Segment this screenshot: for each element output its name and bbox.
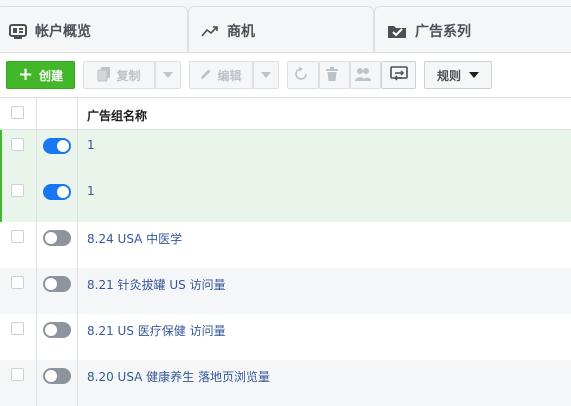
tab-opportunities[interactable]: 商机 bbox=[188, 6, 374, 52]
ad-set-name-link[interactable]: 8.21 针灸拔罐 US 访问量 bbox=[87, 276, 226, 293]
ad-set-table: 广告组名称 1 1 8.24 USA 中医学 8.21 针灸拔罐 US 访问量 8.21… bbox=[0, 98, 571, 406]
tab-label: 帐户概览 bbox=[35, 23, 91, 40]
ad-set-name-link[interactable]: 1 bbox=[87, 184, 95, 198]
column-divider bbox=[77, 98, 78, 406]
table-row[interactable]: 8.24 USA 中医学 bbox=[0, 222, 571, 268]
tab-campaigns[interactable]: 广告系列 bbox=[374, 6, 571, 52]
chevron-down-icon bbox=[261, 72, 271, 78]
selection-indicator bbox=[0, 130, 2, 222]
copy-icon bbox=[97, 66, 116, 85]
trash-icon bbox=[326, 66, 343, 84]
row-checkbox[interactable] bbox=[11, 184, 24, 197]
audience-button[interactable] bbox=[350, 61, 381, 89]
edit-dropdown-button[interactable] bbox=[253, 61, 279, 89]
table-row[interactable]: 1 bbox=[0, 130, 571, 176]
tab-label: 商机 bbox=[227, 23, 255, 40]
toggle-knob bbox=[57, 186, 69, 198]
trend-line-icon bbox=[201, 24, 219, 38]
edit-label: 编辑 bbox=[217, 68, 242, 83]
toggle-knob bbox=[45, 324, 57, 336]
account-overview-icon bbox=[9, 23, 27, 39]
duplicate-dropdown-button[interactable] bbox=[155, 61, 181, 89]
row-checkbox[interactable] bbox=[11, 322, 24, 335]
pencil-icon bbox=[200, 68, 217, 83]
column-header-ad-set-name[interactable]: 广告组名称 bbox=[87, 107, 147, 124]
table-row[interactable]: 1 bbox=[0, 176, 571, 222]
select-all-checkbox[interactable] bbox=[11, 106, 24, 119]
table-row[interactable]: 8.20 USA 健康养生 落地页浏览量 bbox=[0, 360, 571, 406]
rules-dropdown-button[interactable]: 规则 bbox=[424, 61, 492, 89]
toggle-knob bbox=[45, 370, 57, 382]
status-toggle[interactable] bbox=[43, 368, 71, 384]
status-toggle[interactable] bbox=[43, 184, 71, 200]
refresh-icon bbox=[294, 66, 313, 84]
refresh-button[interactable] bbox=[287, 61, 319, 89]
toggle-knob bbox=[45, 278, 57, 290]
folder-check-icon bbox=[387, 23, 407, 39]
create-label: 创建 bbox=[39, 68, 64, 83]
row-checkbox[interactable] bbox=[11, 138, 24, 151]
copy-label: 复制 bbox=[116, 68, 141, 83]
ab-test-button[interactable] bbox=[381, 61, 416, 89]
plus-icon: + bbox=[17, 64, 34, 85]
create-button[interactable]: + 创建 bbox=[6, 61, 75, 89]
status-toggle[interactable] bbox=[43, 322, 71, 338]
table-row[interactable]: 8.21 US 医疗保健 访问量 bbox=[0, 314, 571, 360]
ab-test-icon bbox=[389, 65, 408, 85]
ad-set-name-link[interactable]: 8.21 US 医疗保健 访问量 bbox=[87, 322, 226, 339]
table-header: 广告组名称 bbox=[0, 98, 571, 130]
chevron-down-icon bbox=[469, 72, 479, 78]
row-checkbox[interactable] bbox=[11, 368, 24, 381]
edit-button[interactable]: 编辑 bbox=[189, 61, 253, 89]
toggle-knob bbox=[57, 140, 69, 152]
tab-account-overview[interactable]: 帐户概览 bbox=[0, 6, 188, 52]
duplicate-button[interactable]: 复制 bbox=[83, 61, 155, 89]
toolbar: + 创建 复制 编辑 规则 bbox=[0, 54, 571, 98]
tab-label: 广告系列 bbox=[415, 23, 471, 40]
status-toggle[interactable] bbox=[43, 230, 71, 246]
ad-set-name-link[interactable]: 8.20 USA 健康养生 落地页浏览量 bbox=[87, 368, 270, 385]
row-checkbox[interactable] bbox=[11, 276, 24, 289]
rules-label: 规则 bbox=[436, 68, 461, 83]
delete-button[interactable] bbox=[319, 61, 350, 89]
chevron-down-icon bbox=[163, 72, 173, 78]
ad-set-name-link[interactable]: 1 bbox=[87, 138, 95, 152]
navigation-tabs: 帐户概览 商机 广告系列 bbox=[0, 0, 571, 53]
ad-set-name-link[interactable]: 8.24 USA 中医学 bbox=[87, 230, 182, 247]
toggle-knob bbox=[45, 232, 57, 244]
status-toggle[interactable] bbox=[43, 138, 71, 154]
table-row[interactable]: 8.21 针灸拔罐 US 访问量 bbox=[0, 268, 571, 314]
row-checkbox[interactable] bbox=[11, 230, 24, 243]
column-divider bbox=[36, 98, 37, 406]
people-icon bbox=[355, 67, 376, 84]
status-toggle[interactable] bbox=[43, 276, 71, 292]
